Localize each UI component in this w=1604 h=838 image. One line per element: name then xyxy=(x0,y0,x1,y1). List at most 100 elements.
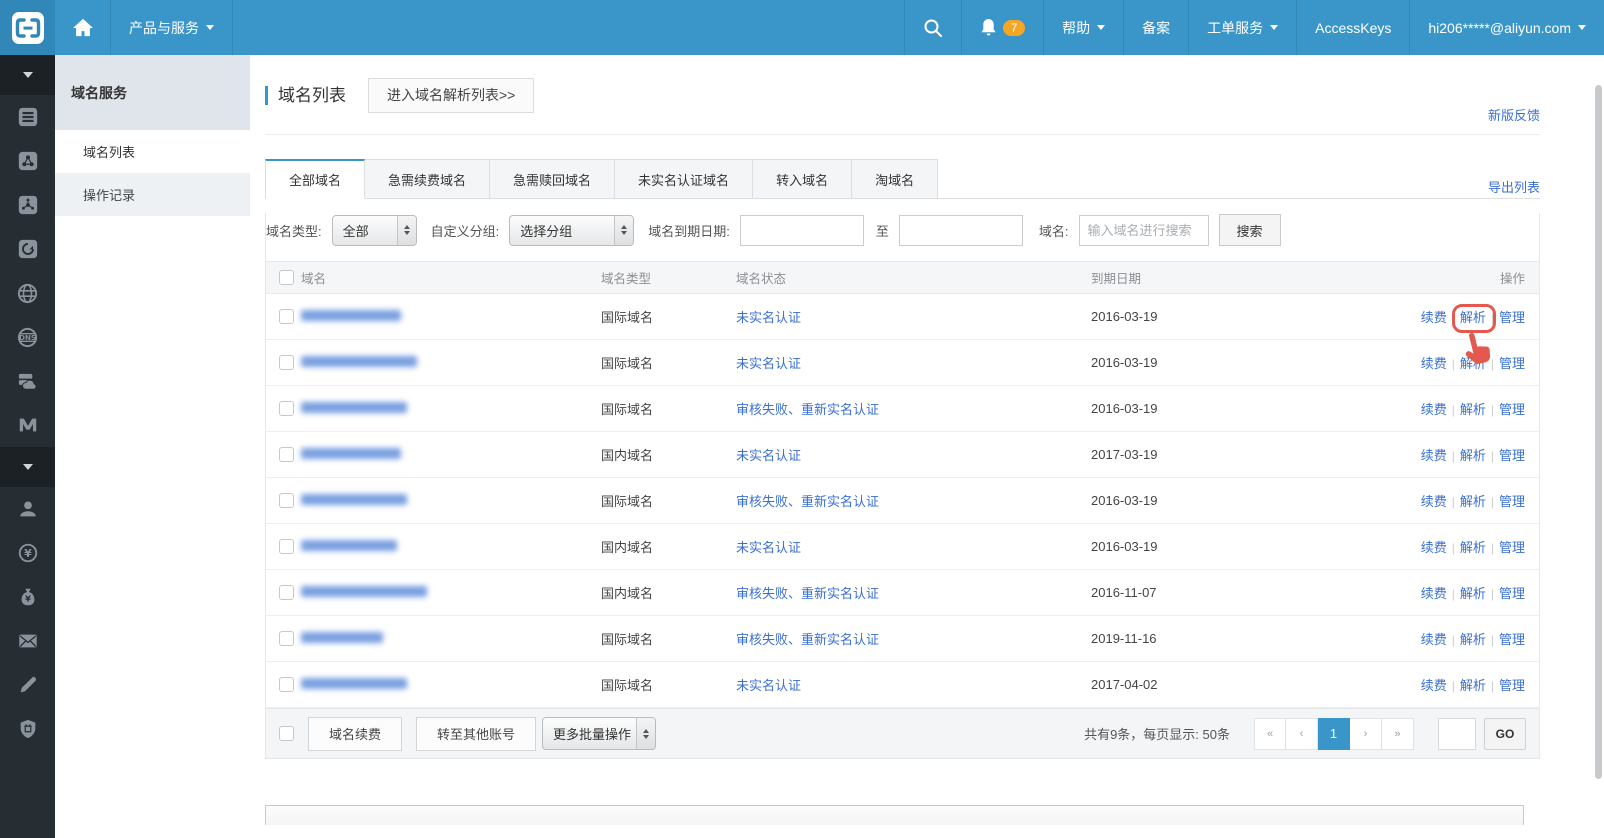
action-resolve-link[interactable]: 解析 xyxy=(1460,586,1486,601)
action-renew-link[interactable]: 续费 xyxy=(1421,402,1447,417)
sidebar-item-security[interactable] xyxy=(0,707,55,751)
row-checkbox[interactable] xyxy=(279,677,294,692)
action-renew-link[interactable]: 续费 xyxy=(1421,540,1447,555)
go-button[interactable]: GO xyxy=(1484,718,1526,750)
action-manage-link[interactable]: 管理 xyxy=(1499,402,1525,417)
sidebar-item-network[interactable] xyxy=(0,271,55,315)
ticket-menu[interactable]: 工单服务 xyxy=(1189,0,1296,55)
home-button[interactable] xyxy=(55,0,110,55)
sidebar-item-billing[interactable]: ¥ xyxy=(0,531,55,575)
aliyun-logo[interactable] xyxy=(0,0,55,55)
sidebar-item-rds[interactable] xyxy=(0,227,55,271)
row-checkbox[interactable] xyxy=(279,401,294,416)
sidebar-item-dns[interactable]: DNS xyxy=(0,315,55,359)
sidebar-item-mq[interactable] xyxy=(0,403,55,447)
sidebar-item-feedback[interactable] xyxy=(0,663,55,707)
sidebar-item-funds[interactable]: ¥ xyxy=(0,575,55,619)
action-manage-link[interactable]: 管理 xyxy=(1499,356,1525,371)
domain-status-link[interactable]: 未实名认证 xyxy=(736,540,801,555)
domain-name-redacted[interactable] xyxy=(301,402,407,413)
tab-unverified[interactable]: 未实名认证域名 xyxy=(615,159,753,199)
export-list-link[interactable]: 导出列表 xyxy=(1488,177,1540,196)
sidebar-item-slb[interactable] xyxy=(0,139,55,183)
action-renew-link[interactable]: 续费 xyxy=(1421,632,1447,647)
domain-name-redacted[interactable] xyxy=(301,540,397,551)
domain-name-redacted[interactable] xyxy=(301,448,401,459)
sidebar-item-cdn[interactable] xyxy=(0,183,55,227)
tab-all-domains[interactable]: 全部域名 xyxy=(265,159,365,199)
domain-status-link[interactable]: 审核失败、重新实名认证 xyxy=(736,632,879,647)
new-version-feedback-link[interactable]: 新版反馈 xyxy=(1488,105,1540,124)
batch-select-checkbox[interactable] xyxy=(279,726,294,741)
sidebar-item-ecs[interactable] xyxy=(0,95,55,139)
domain-name-redacted[interactable] xyxy=(301,632,383,643)
row-checkbox[interactable] xyxy=(279,355,294,370)
action-manage-link[interactable]: 管理 xyxy=(1499,678,1525,693)
action-renew-link[interactable]: 续费 xyxy=(1421,586,1447,601)
row-checkbox[interactable] xyxy=(279,447,294,462)
account-menu[interactable]: hi206*****@aliyun.com xyxy=(1410,0,1604,55)
action-resolve-link[interactable]: 解析 xyxy=(1460,310,1486,325)
help-menu[interactable]: 帮助 xyxy=(1044,0,1123,55)
action-resolve-link[interactable]: 解析 xyxy=(1460,632,1486,647)
expire-from-input[interactable] xyxy=(740,215,864,246)
tab-redemption-needed[interactable]: 急需赎回域名 xyxy=(490,159,615,199)
action-manage-link[interactable]: 管理 xyxy=(1499,632,1525,647)
sidebar-item-user-center[interactable] xyxy=(0,487,55,531)
action-resolve-link[interactable]: 解析 xyxy=(1460,540,1486,555)
row-checkbox[interactable] xyxy=(279,631,294,646)
domain-name-redacted[interactable] xyxy=(301,356,417,367)
batch-transfer-button[interactable]: 转至其他账号 xyxy=(416,717,536,751)
icp-filing-link[interactable]: 备案 xyxy=(1124,0,1188,55)
enter-dns-list-button[interactable]: 进入域名解析列表>> xyxy=(368,78,534,113)
row-checkbox[interactable] xyxy=(279,309,294,324)
pagination-next-button[interactable]: › xyxy=(1350,718,1382,750)
batch-renew-button[interactable]: 域名续费 xyxy=(308,717,402,751)
action-renew-link[interactable]: 续费 xyxy=(1421,310,1447,325)
search-button[interactable] xyxy=(905,0,961,55)
action-renew-link[interactable]: 续费 xyxy=(1421,356,1447,371)
row-checkbox[interactable] xyxy=(279,493,294,508)
domain-search-input[interactable] xyxy=(1079,215,1209,246)
vertical-scrollbar[interactable] xyxy=(1595,85,1602,779)
domain-status-link[interactable]: 未实名认证 xyxy=(736,448,801,463)
rail-collapse-toggle[interactable] xyxy=(0,447,55,487)
action-manage-link[interactable]: 管理 xyxy=(1499,448,1525,463)
page-jump-input[interactable] xyxy=(1438,718,1476,750)
accesskeys-link[interactable]: AccessKeys xyxy=(1297,0,1409,55)
subnav-item-operation-log[interactable]: 操作记录 xyxy=(55,173,250,216)
domain-name-redacted[interactable] xyxy=(301,494,407,505)
pagination-last-button[interactable]: » xyxy=(1382,718,1414,750)
notifications-button[interactable]: 7 xyxy=(962,0,1043,55)
action-resolve-link[interactable]: 解析 xyxy=(1460,448,1486,463)
pagination-first-button[interactable]: « xyxy=(1254,718,1286,750)
domain-name-redacted[interactable] xyxy=(301,678,407,689)
action-manage-link[interactable]: 管理 xyxy=(1499,540,1525,555)
domain-name-redacted[interactable] xyxy=(301,310,401,321)
more-batch-actions-select[interactable]: 更多批量操作 xyxy=(542,717,656,750)
custom-group-select[interactable]: 选择分组 xyxy=(509,215,634,246)
domain-name-redacted[interactable] xyxy=(301,586,427,597)
domain-status-link[interactable]: 审核失败、重新实名认证 xyxy=(736,586,879,601)
action-manage-link[interactable]: 管理 xyxy=(1499,586,1525,601)
domain-status-link[interactable]: 未实名认证 xyxy=(736,310,801,325)
action-manage-link[interactable]: 管理 xyxy=(1499,310,1525,325)
domain-status-link[interactable]: 审核失败、重新实名认证 xyxy=(736,402,879,417)
sidebar-item-storage[interactable] xyxy=(0,359,55,403)
action-resolve-link[interactable]: 解析 xyxy=(1460,494,1486,509)
rail-collapse-toggle[interactable] xyxy=(0,55,55,95)
domain-status-link[interactable]: 审核失败、重新实名认证 xyxy=(736,494,879,509)
tab-renewal-needed[interactable]: 急需续费域名 xyxy=(365,159,490,199)
products-menu[interactable]: 产品与服务 xyxy=(111,0,232,55)
tab-tao-domains[interactable]: 淘域名 xyxy=(852,159,938,199)
expire-to-input[interactable] xyxy=(899,215,1023,246)
sidebar-item-messages[interactable] xyxy=(0,619,55,663)
row-checkbox[interactable] xyxy=(279,585,294,600)
action-resolve-link[interactable]: 解析 xyxy=(1460,402,1486,417)
action-renew-link[interactable]: 续费 xyxy=(1421,678,1447,693)
action-renew-link[interactable]: 续费 xyxy=(1421,494,1447,509)
row-checkbox[interactable] xyxy=(279,539,294,554)
pagination-page-1[interactable]: 1 xyxy=(1318,718,1350,750)
tab-transfer-in[interactable]: 转入域名 xyxy=(753,159,852,199)
domain-type-select[interactable]: 全部 xyxy=(332,215,417,246)
